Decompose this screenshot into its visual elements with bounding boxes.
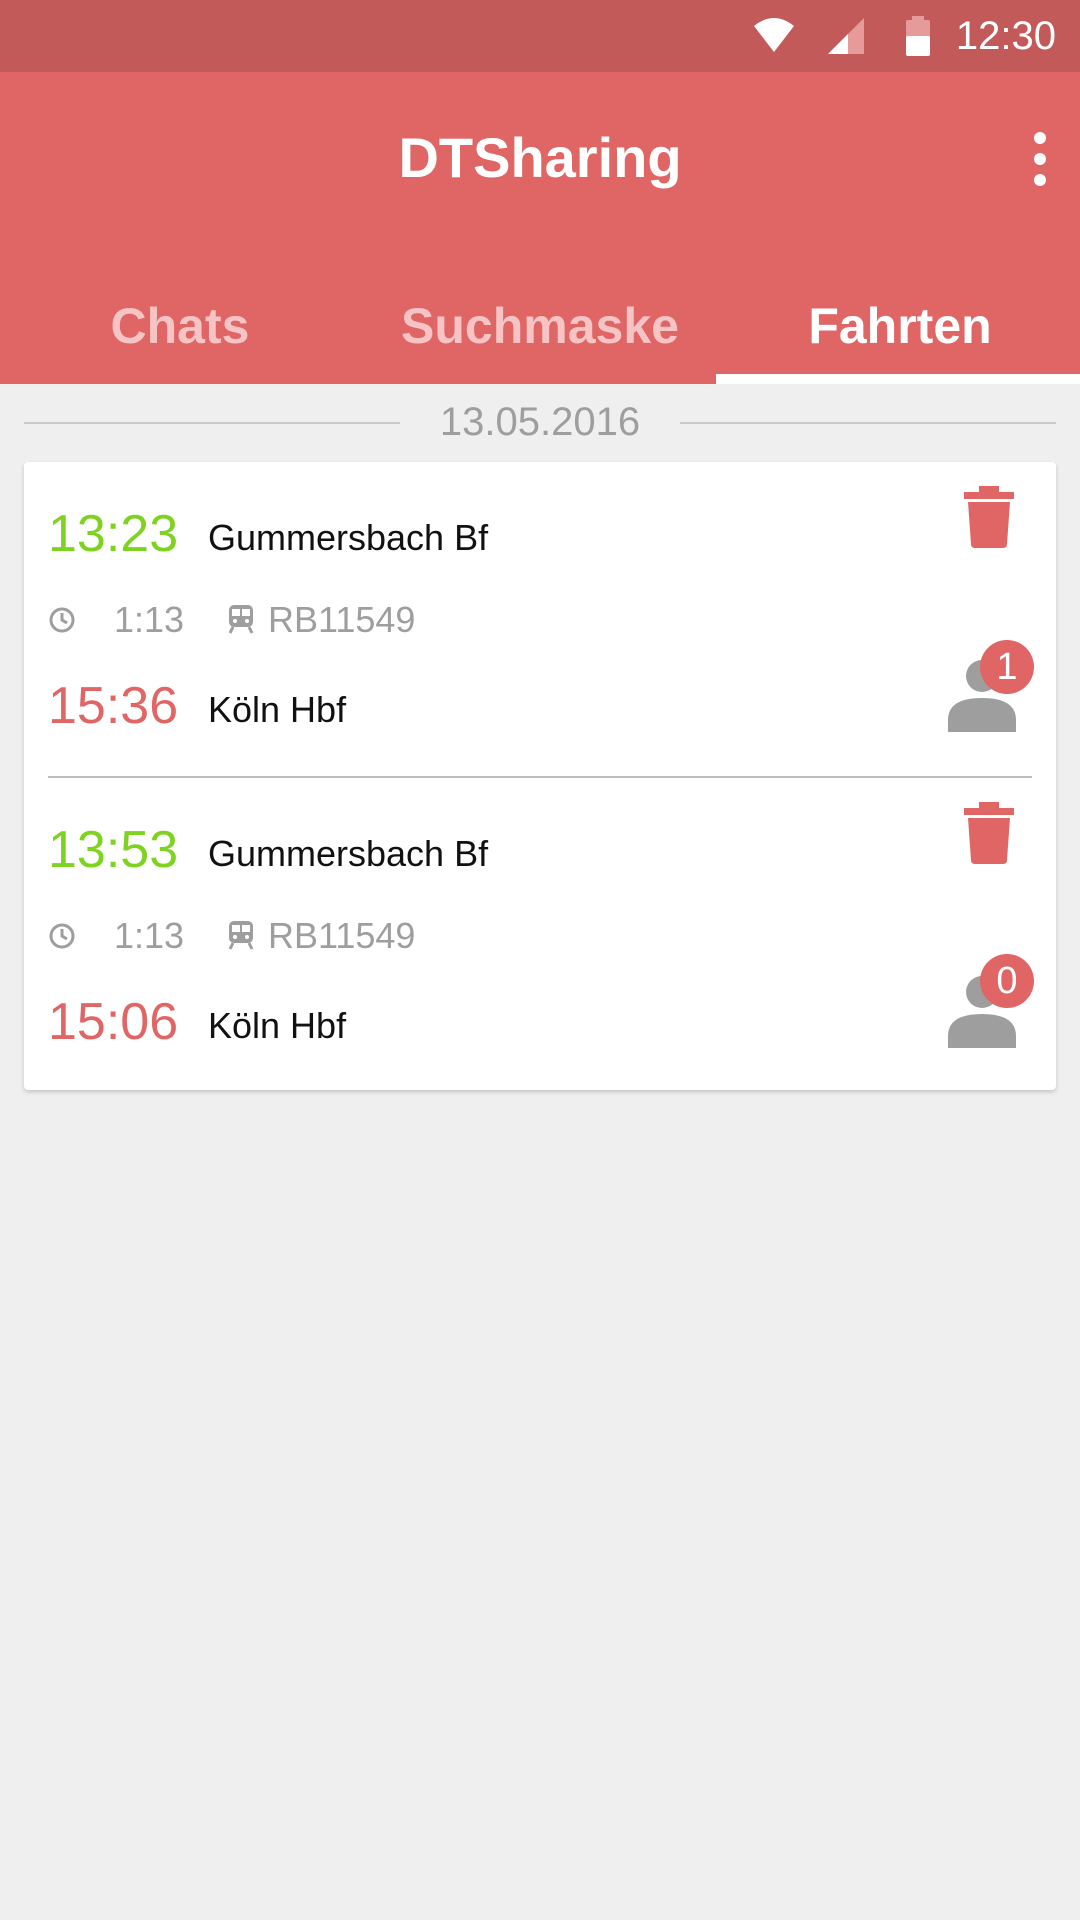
status-time: 12:30 [955,14,1056,58]
departure-time: 13:53 [48,821,179,879]
participant-count-badge: 0 [980,954,1034,1008]
app-bar: DTSharing Chats Suchmaske Fahrten [0,72,1080,384]
departure-station: Gummersbach Bf [208,833,489,874]
clock-icon [49,607,75,633]
app-title: DTSharing [398,126,682,189]
train-icon [228,921,254,950]
tab-fahrten[interactable]: Fahrten [720,268,1080,384]
delete-icon[interactable] [964,486,1014,548]
train-number: RB11549 [268,915,416,956]
trip-duration: 1:13 [114,599,185,640]
trip-item[interactable]: 13:53 Gummersbach Bf 1:13 RB11549 15:06 … [24,778,1056,1092]
battery-icon [906,16,930,56]
date-divider-right [680,422,1056,424]
delete-icon[interactable] [964,802,1014,864]
trip-duration: 1:13 [114,915,185,956]
status-bar: 12:30 [0,0,1080,72]
participant-count-badge: 1 [980,640,1034,694]
date-header: 13.05.2016 [24,392,1056,452]
more-vert-icon[interactable] [1026,132,1054,188]
tab-indicator [716,374,1080,384]
tab-bar: Chats Suchmaske Fahrten [0,268,1080,384]
departure-station: Gummersbach Bf [208,517,489,558]
tab-suchmaske[interactable]: Suchmaske [360,268,720,384]
tab-chats[interactable]: Chats [0,268,360,384]
train-number: RB11549 [268,599,416,640]
train-icon [228,605,254,634]
clock-icon [49,923,75,949]
cell-signal-icon [828,18,864,54]
departure-time: 13:23 [48,505,179,563]
trip-item[interactable]: 13:23 Gummersbach Bf 1:13 RB11549 15:36 … [24,462,1056,776]
wifi-icon [754,18,794,52]
trips-card: 13:23 Gummersbach Bf 1:13 RB11549 15:36 … [24,462,1056,1090]
arrival-time: 15:36 [48,677,179,735]
arrival-station: Köln Hbf [208,1005,347,1046]
arrival-time: 15:06 [48,993,179,1051]
arrival-station: Köln Hbf [208,689,347,730]
